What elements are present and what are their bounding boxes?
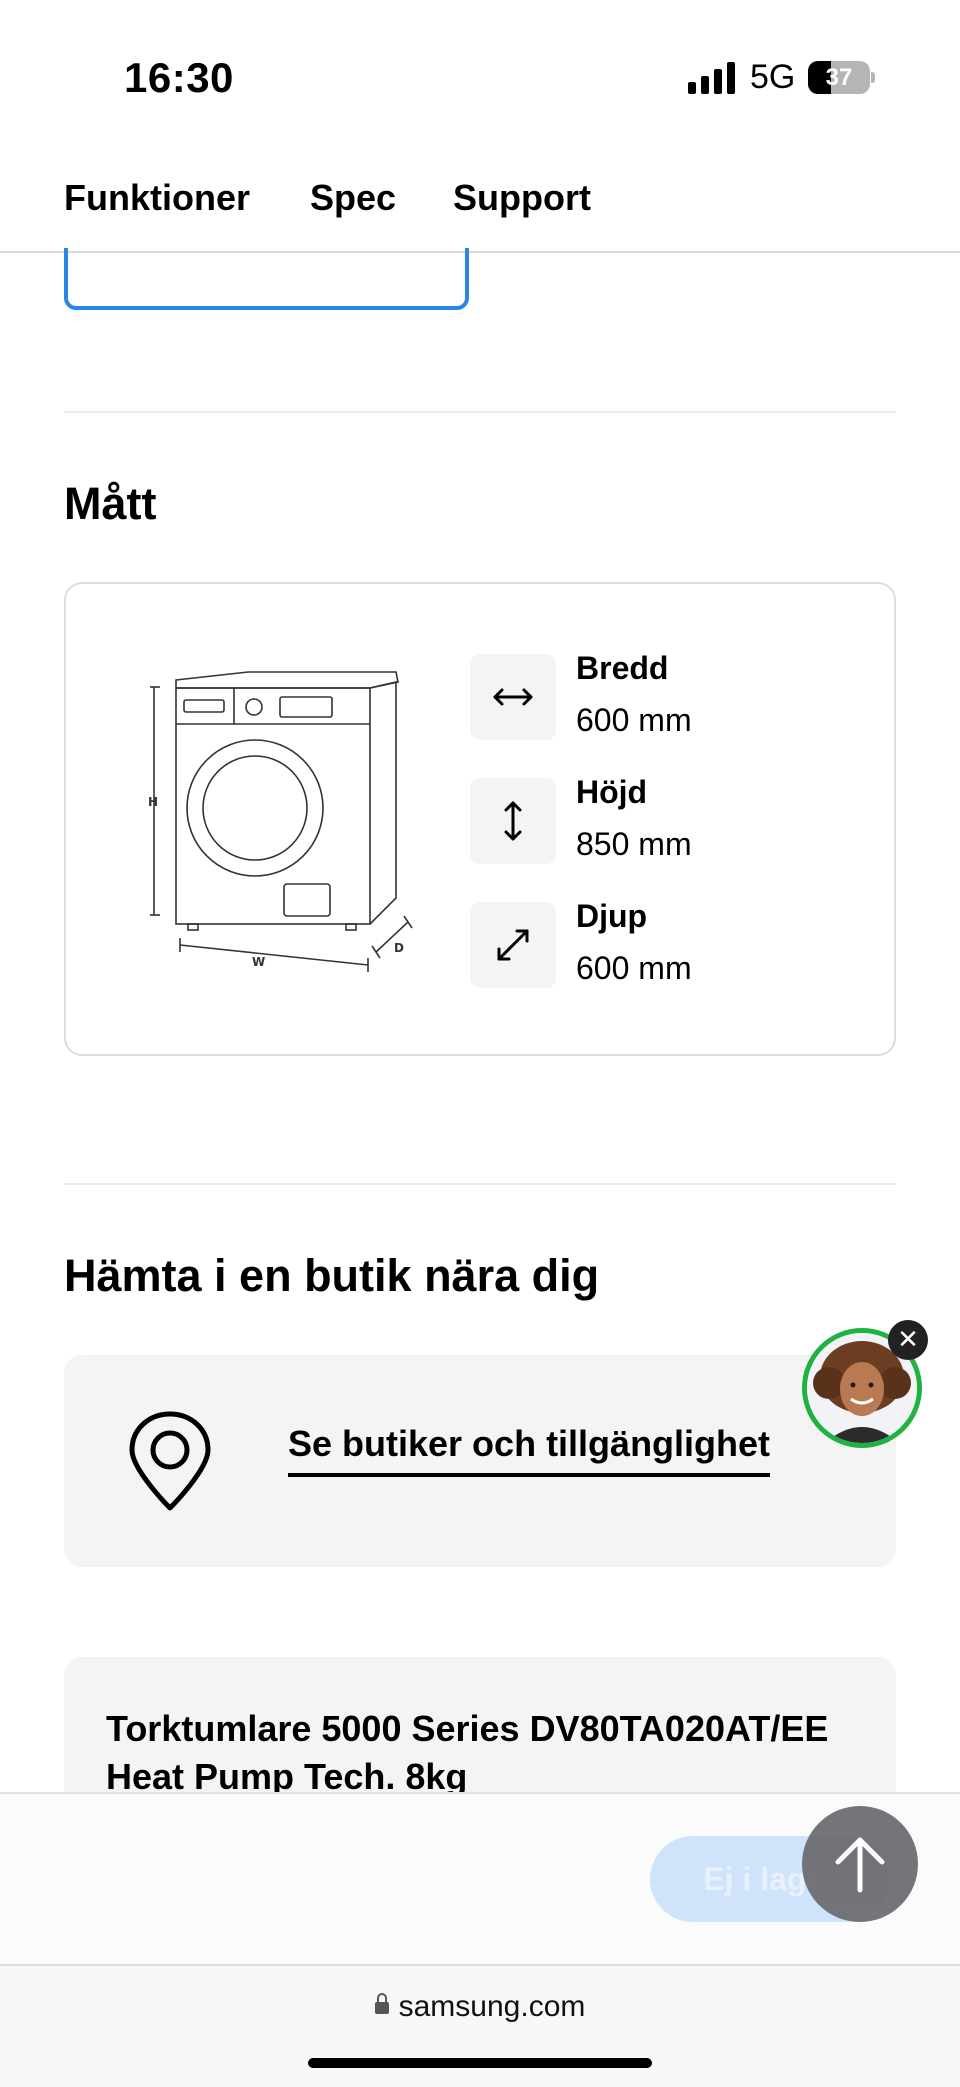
dimension-depth: Djup 600 mm [470, 898, 770, 990]
tab-support[interactable]: Support [453, 177, 591, 219]
vertical-arrows-icon [470, 778, 556, 864]
battery-level: 37 [825, 64, 853, 91]
browser-address-bar[interactable]: samsung.com [0, 1964, 960, 2087]
arrow-up-icon [835, 1837, 885, 1893]
selected-option-box[interactable] [64, 248, 469, 310]
url-display[interactable]: samsung.com [0, 1990, 960, 2024]
store-title: Hämta i en butik nära dig [64, 1250, 600, 1301]
url-text: samsung.com [398, 1990, 586, 2023]
dimension-label: Höjd [576, 774, 648, 810]
dimension-value: 600 mm [576, 950, 692, 986]
product-title: Torktumlare 5000 Series DV80TA020AT/EE H… [106, 1708, 829, 1797]
dimension-height: Höjd 850 mm [470, 774, 770, 866]
width-label: W [252, 955, 265, 969]
home-indicator [308, 2058, 652, 2068]
store-availability-link[interactable]: Se butiker och tillgänglighet [288, 1423, 771, 1477]
dimensions-title: Mått [64, 478, 157, 529]
product-summary-card: Torktumlare 5000 Series DV80TA020AT/EE H… [64, 1657, 896, 1797]
height-label: H [148, 795, 158, 809]
status-time: 16:30 [124, 54, 234, 101]
status-bar: 16:30 5G 37 [0, 0, 960, 140]
dimension-value: 600 mm [576, 702, 692, 738]
dimension-label: Bredd [576, 650, 669, 686]
signal-icon [688, 62, 735, 94]
scroll-to-top-button[interactable] [802, 1806, 918, 1922]
diagonal-arrows-icon [470, 902, 556, 988]
horizontal-arrows-icon [470, 654, 556, 740]
location-pin-icon [129, 1411, 211, 1511]
dryer-diagram: H W D [148, 671, 413, 972]
tab-funktioner[interactable]: Funktioner [64, 177, 250, 219]
depth-label: D [394, 941, 404, 955]
battery-icon: 37 [808, 61, 875, 94]
divider [64, 1183, 896, 1185]
dimension-label: Djup [576, 898, 648, 934]
store-availability-card[interactable]: Se butiker och tillgänglighet [64, 1355, 896, 1567]
sticky-purchase-bar: Ej i lager [0, 1792, 960, 1964]
dimension-width: Bredd 600 mm [470, 650, 770, 742]
section-tabs: Funktioner Spec Support [0, 165, 960, 253]
network-type: 5G [750, 58, 796, 96]
close-chat-button[interactable]: ✕ [888, 1320, 928, 1360]
tab-spec[interactable]: Spec [310, 177, 396, 219]
dimension-value: 850 mm [576, 826, 692, 862]
lock-icon [374, 1993, 389, 2014]
divider [64, 411, 896, 413]
